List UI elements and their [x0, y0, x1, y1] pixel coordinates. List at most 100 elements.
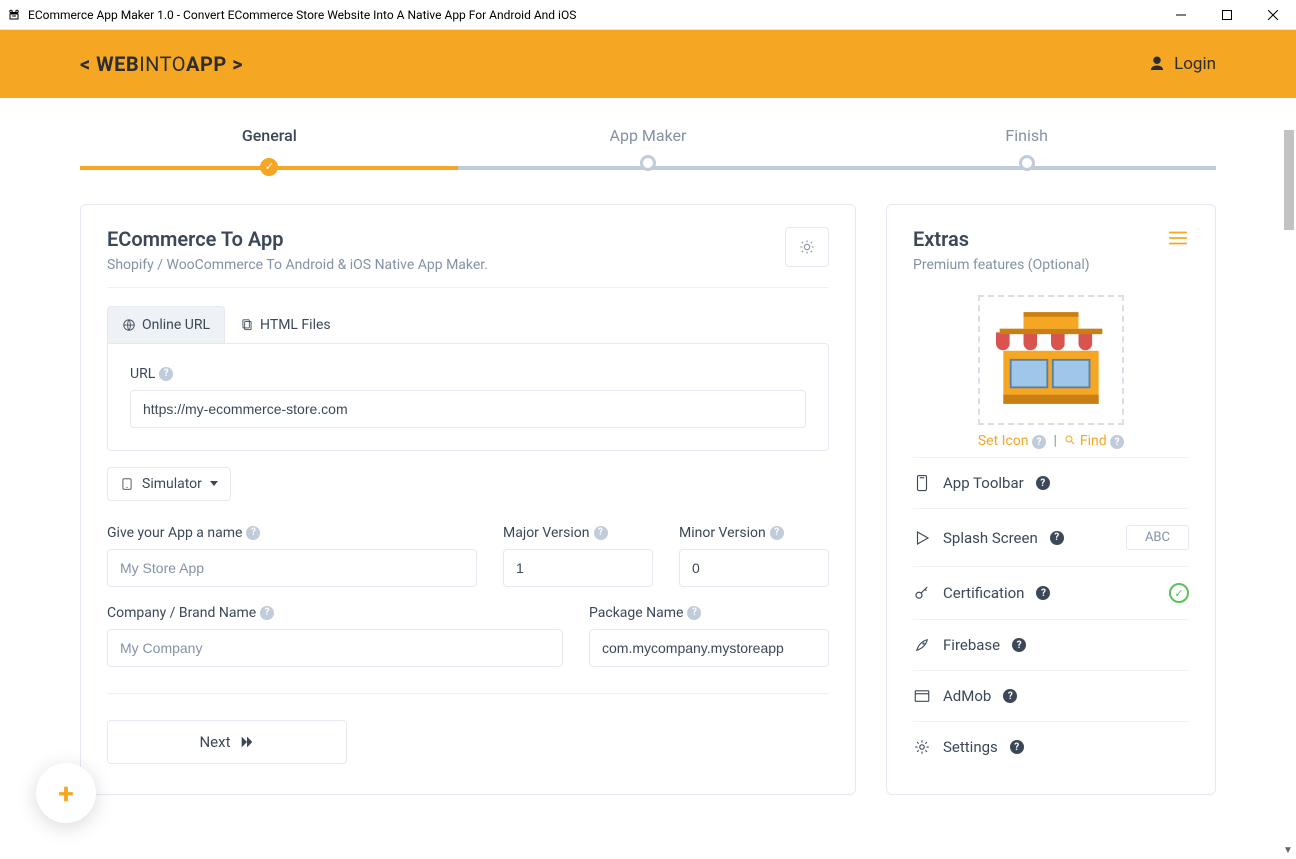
major-version-input[interactable]	[503, 549, 653, 587]
app-name-label-text: Give your App a name	[107, 525, 242, 541]
vertical-scrollbar[interactable]	[1284, 130, 1294, 230]
help-icon[interactable]: ?	[594, 526, 608, 540]
search-icon	[1064, 434, 1076, 446]
wizard-stepper: General App Maker Finish	[80, 126, 1216, 176]
help-icon[interactable]: ?	[1050, 531, 1064, 545]
tablet-icon	[120, 477, 134, 491]
find-label: Find	[1080, 433, 1107, 449]
step-label-app-maker: App Maker	[459, 126, 838, 145]
files-icon	[240, 318, 254, 332]
tab-label-online-url: Online URL	[142, 317, 210, 333]
brand-suffix: >	[227, 52, 243, 76]
forward-icon	[239, 734, 255, 750]
step-label-finish: Finish	[837, 126, 1216, 145]
app-icon	[6, 7, 22, 23]
app-name-label: Give your App a name ?	[107, 525, 477, 541]
gear-icon	[799, 239, 815, 255]
window-close-button[interactable]	[1250, 0, 1296, 30]
gear-icon	[913, 738, 931, 756]
brand-prefix: <	[80, 52, 96, 76]
extras-item-settings[interactable]: Settings ?	[913, 721, 1189, 772]
separator	[107, 693, 829, 694]
brand-logo[interactable]: < WEBINTOAPP >	[80, 52, 243, 76]
scroll-down-arrow[interactable]: ▼	[1282, 845, 1294, 857]
package-name-label: Package Name ?	[589, 605, 829, 621]
help-icon[interactable]: ?	[1032, 435, 1046, 449]
extras-item-splash-screen[interactable]: Splash Screen ? ABC	[913, 508, 1189, 566]
set-icon-link[interactable]: Set Icon	[978, 433, 1029, 449]
step-general[interactable]: General	[80, 126, 459, 176]
play-icon	[913, 529, 931, 547]
extras-label-admob: AdMob	[943, 687, 991, 705]
minor-version-input[interactable]	[679, 549, 829, 587]
extras-label-settings: Settings	[943, 738, 998, 756]
help-icon[interactable]: ?	[1012, 638, 1026, 652]
source-tabs: Online URL HTML Files	[107, 306, 829, 343]
tab-html-files[interactable]: HTML Files	[225, 306, 346, 343]
icon-links: Set Icon ? | Find ?	[913, 433, 1189, 450]
help-icon[interactable]: ?	[246, 526, 260, 540]
login-button[interactable]: Login	[1148, 54, 1216, 74]
simulator-dropdown[interactable]: Simulator	[107, 467, 231, 501]
main-title: ECommerce To App	[107, 227, 829, 251]
pipe-separator: |	[1053, 433, 1056, 449]
major-version-label: Major Version ?	[503, 525, 653, 541]
brand-bold1: WEB	[96, 52, 139, 76]
extras-label-certification: Certification	[943, 584, 1024, 602]
step-dot-finish	[1019, 155, 1035, 171]
url-panel: URL ?	[107, 343, 829, 451]
help-icon[interactable]: ?	[770, 526, 784, 540]
extras-menu-button[interactable]	[1167, 227, 1189, 253]
extras-card: Extras Premium features (Optional)	[886, 204, 1216, 796]
rocket-icon	[913, 636, 931, 654]
help-icon[interactable]: ?	[1110, 435, 1124, 449]
window-maximize-button[interactable]	[1204, 0, 1250, 30]
brand-bold2: APP	[186, 52, 227, 76]
key-icon	[913, 584, 931, 602]
set-icon-label: Set Icon	[978, 433, 1029, 449]
extras-item-admob[interactable]: AdMob ?	[913, 670, 1189, 721]
fab-add-button[interactable]: +	[36, 763, 96, 823]
simulator-label: Simulator	[142, 476, 202, 492]
step-label-general: General	[80, 126, 459, 145]
step-dot-app-maker	[640, 155, 656, 171]
extras-title: Extras	[913, 227, 1090, 251]
company-input[interactable]	[107, 629, 563, 667]
package-name-input[interactable]	[589, 629, 829, 667]
step-finish[interactable]: Finish	[837, 126, 1216, 176]
package-name-label-text: Package Name	[589, 605, 683, 621]
extras-label-splash-screen: Splash Screen	[943, 529, 1038, 547]
company-label-text: Company / Brand Name	[107, 605, 256, 621]
extras-item-firebase[interactable]: Firebase ?	[913, 619, 1189, 670]
extras-label-firebase: Firebase	[943, 636, 1000, 654]
extras-subtitle: Premium features (Optional)	[913, 257, 1090, 273]
help-icon[interactable]: ?	[159, 367, 173, 381]
extras-item-certification[interactable]: Certification ? ✓	[913, 566, 1189, 619]
hamburger-icon	[1167, 227, 1189, 249]
tab-online-url[interactable]: Online URL	[107, 306, 225, 343]
app-name-input[interactable]	[107, 549, 477, 587]
url-input[interactable]	[130, 390, 806, 428]
extras-item-app-toolbar[interactable]: App Toolbar ?	[913, 457, 1189, 508]
extras-label-app-toolbar: App Toolbar	[943, 474, 1024, 492]
main-card: ECommerce To App Shopify / WooCommerce T…	[80, 204, 856, 796]
settings-gear-button[interactable]	[785, 227, 829, 267]
url-label-text: URL	[130, 366, 155, 382]
help-icon[interactable]: ?	[260, 606, 274, 620]
find-link[interactable]: Find	[1064, 433, 1110, 449]
globe-icon	[122, 318, 136, 332]
help-icon[interactable]: ?	[1036, 586, 1050, 600]
help-icon[interactable]: ?	[687, 606, 701, 620]
phone-icon	[913, 474, 931, 492]
help-icon[interactable]: ?	[1010, 740, 1024, 754]
help-icon[interactable]: ?	[1003, 689, 1017, 703]
next-button[interactable]: Next	[107, 720, 347, 764]
major-version-label-text: Major Version	[503, 525, 590, 541]
help-icon[interactable]: ?	[1036, 476, 1050, 490]
step-app-maker[interactable]: App Maker	[459, 126, 838, 176]
window-minimize-button[interactable]	[1158, 0, 1204, 30]
splash-text-preview[interactable]: ABC	[1126, 525, 1189, 550]
minor-version-label-text: Minor Version	[679, 525, 766, 541]
login-label: Login	[1174, 54, 1216, 74]
next-label: Next	[199, 733, 230, 751]
